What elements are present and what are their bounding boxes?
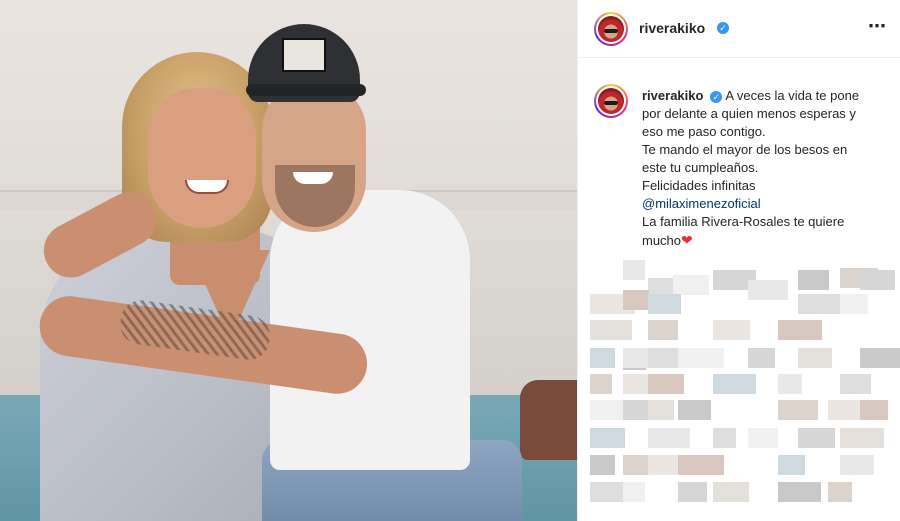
man-cap-brim [246, 84, 366, 96]
caption-line: Te mando el mayor de los besos en [642, 142, 848, 157]
header-verified-badge-icon: ✓ [717, 22, 729, 34]
blurred-block [590, 374, 612, 394]
caption-line: mucho [642, 233, 682, 248]
post-photo[interactable] [0, 0, 577, 521]
blurred-block [623, 482, 645, 502]
blurred-block [648, 428, 690, 448]
blurred-block [623, 260, 645, 280]
caption-avatar[interactable] [594, 84, 628, 118]
blurred-block [778, 374, 802, 394]
avatar-image [598, 16, 624, 42]
blurred-block [798, 270, 829, 290]
avatar-image [598, 88, 624, 114]
blurred-block [648, 320, 678, 340]
blurred-block [678, 348, 724, 368]
caption-line: eso me paso contigo. [642, 124, 766, 139]
blurred-block [860, 400, 888, 420]
bag [520, 380, 577, 460]
mention-link[interactable]: @milaximenezoficial [642, 195, 892, 213]
caption-line: Felicidades infinitas [642, 178, 756, 193]
verified-badge-icon: ✓ [710, 90, 723, 103]
caption-username[interactable]: riverakiko [642, 88, 703, 103]
caption-line: La familia Rivera-Rosales te quiere [642, 214, 845, 229]
blurred-block [860, 348, 900, 368]
woman-face [148, 88, 256, 228]
blurred-block [798, 294, 845, 314]
man-smile [293, 172, 333, 184]
blurred-block [748, 428, 778, 448]
blurred-block [840, 374, 871, 394]
post-username[interactable]: riverakiko [639, 20, 705, 36]
post-sidebar: riverakiko ⋯ riverakiko ✓ A veces la vida… [577, 0, 900, 521]
blurred-block [713, 320, 750, 340]
blurred-block [648, 374, 684, 394]
blurred-block [748, 348, 775, 368]
blurred-block [778, 400, 818, 420]
cap-patch [282, 38, 326, 72]
blurred-block [623, 290, 649, 310]
caption-line: este tu cumpleaños. [642, 160, 759, 175]
blurred-block [648, 294, 681, 314]
blurred-block [778, 455, 805, 475]
blurred-block [590, 455, 615, 475]
blurred-block [590, 348, 615, 368]
blurred-block [798, 428, 835, 448]
blurred-comments [578, 250, 900, 521]
more-options-icon[interactable]: ⋯ [868, 16, 887, 37]
blurred-block [678, 400, 711, 420]
blurred-block [713, 374, 756, 394]
blurred-block [673, 275, 709, 295]
blurred-block [840, 294, 868, 314]
post-header: riverakiko ⋯ [578, 0, 900, 58]
blurred-block [590, 320, 632, 340]
caption-line: por delante a quien menos esperas y [642, 106, 856, 121]
blurred-block [678, 455, 724, 475]
blurred-block [798, 348, 832, 368]
blurred-block [713, 428, 736, 448]
caption-line: A veces la vida te pone [725, 88, 860, 103]
blurred-block [648, 400, 674, 420]
blurred-block [828, 482, 852, 502]
blurred-block [678, 482, 707, 502]
heart-icon: ❤ [681, 232, 693, 248]
blurred-block [590, 428, 625, 448]
blurred-block [778, 320, 822, 340]
blurred-block [778, 482, 821, 502]
blurred-block [748, 280, 788, 300]
blurred-block [840, 455, 874, 475]
blurred-block [713, 482, 749, 502]
blurred-block [860, 270, 895, 290]
caption-text: riverakiko ✓ A veces la vida te pone por … [642, 87, 892, 250]
avatar[interactable] [594, 12, 628, 46]
blurred-block [840, 428, 884, 448]
